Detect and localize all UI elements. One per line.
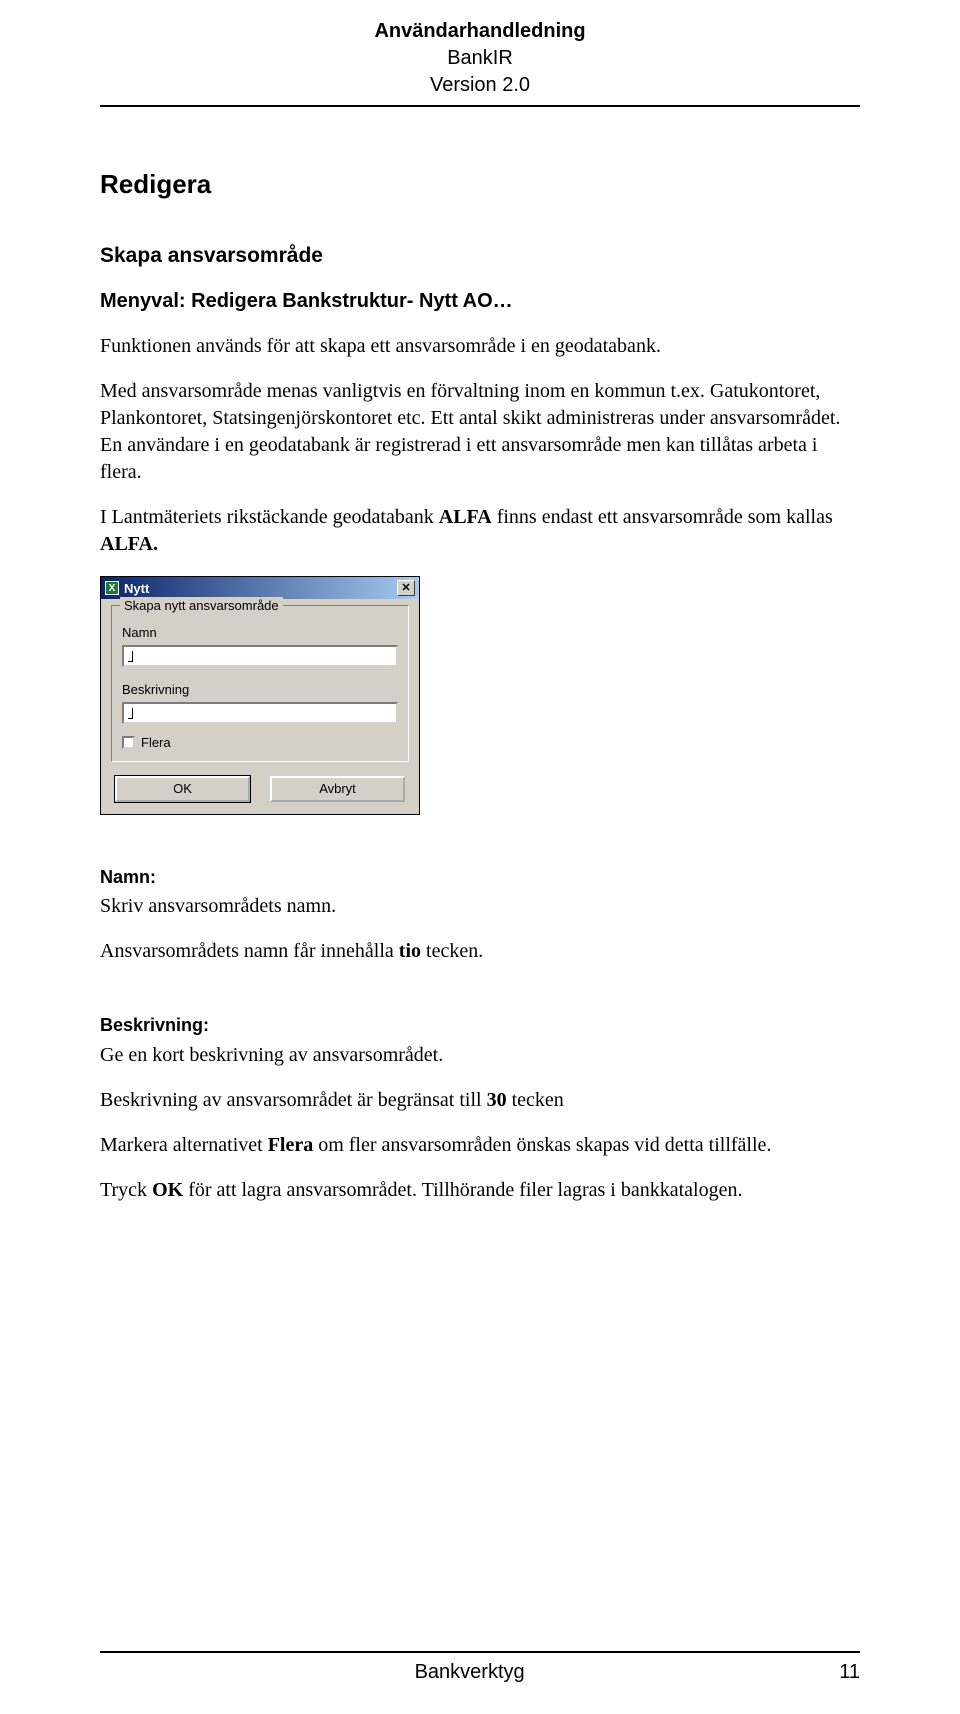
menuval-line: Menyval: Redigera Bankstruktur- Nytt AO…: [100, 288, 860, 315]
doc-header-version: Version 2.0: [100, 72, 860, 99]
dialog-title: Nytt: [124, 580, 397, 598]
cancel-button[interactable]: Avbryt: [270, 776, 405, 802]
field-label-beskrivning: Beskrivning:: [100, 1013, 860, 1037]
paragraph: Funktionen används för att skapa ett ans…: [100, 333, 860, 360]
field-label-namn: Namn:: [100, 865, 860, 889]
footer-divider: [100, 1651, 860, 1653]
groupbox-skapa-nytt: Skapa nytt ansvarsområde Namn Beskrivnin…: [111, 605, 409, 762]
paragraph: Skriv ansvarsområdets namn.: [100, 893, 860, 920]
page-number: 11: [839, 1659, 860, 1686]
paragraph: Ansvarsområdets namn får innehålla tio t…: [100, 938, 860, 965]
footer-center: Bankverktyg: [415, 1659, 525, 1686]
paragraph: Tryck OK för att lagra ansvarsområdet. T…: [100, 1177, 860, 1204]
header-divider: [100, 105, 860, 107]
beskrivning-input[interactable]: [122, 702, 398, 724]
paragraph: Markera alternativet Flera om fler ansva…: [100, 1132, 860, 1159]
paragraph: Ge en kort beskrivning av ansvarsområdet…: [100, 1042, 860, 1069]
paragraph: I Lantmäteriets rikstäckande geodatabank…: [100, 504, 860, 558]
label-namn: Namn: [122, 624, 398, 642]
section-subheading: Skapa ansvarsområde: [100, 242, 860, 270]
doc-header-product: BankIR: [100, 45, 860, 72]
flera-label: Flera: [141, 734, 171, 752]
flera-checkbox[interactable]: [122, 736, 135, 749]
ok-button[interactable]: OK: [115, 776, 250, 802]
doc-header-title: Användarhandledning: [100, 18, 860, 45]
dialog-titlebar: X Nytt ✕: [101, 577, 419, 599]
paragraph: Med ansvarsområde menas vanligtvis en fö…: [100, 378, 860, 486]
paragraph: Beskrivning av ansvarsområdet är begräns…: [100, 1087, 860, 1114]
section-heading: Redigera: [100, 167, 860, 202]
label-beskrivning: Beskrivning: [122, 681, 398, 699]
namn-input[interactable]: [122, 645, 398, 667]
nytt-dialog: X Nytt ✕ Skapa nytt ansvarsområde Namn B…: [100, 576, 420, 815]
close-icon[interactable]: ✕: [397, 580, 415, 596]
app-icon: X: [105, 581, 119, 595]
groupbox-legend: Skapa nytt ansvarsområde: [120, 597, 283, 615]
